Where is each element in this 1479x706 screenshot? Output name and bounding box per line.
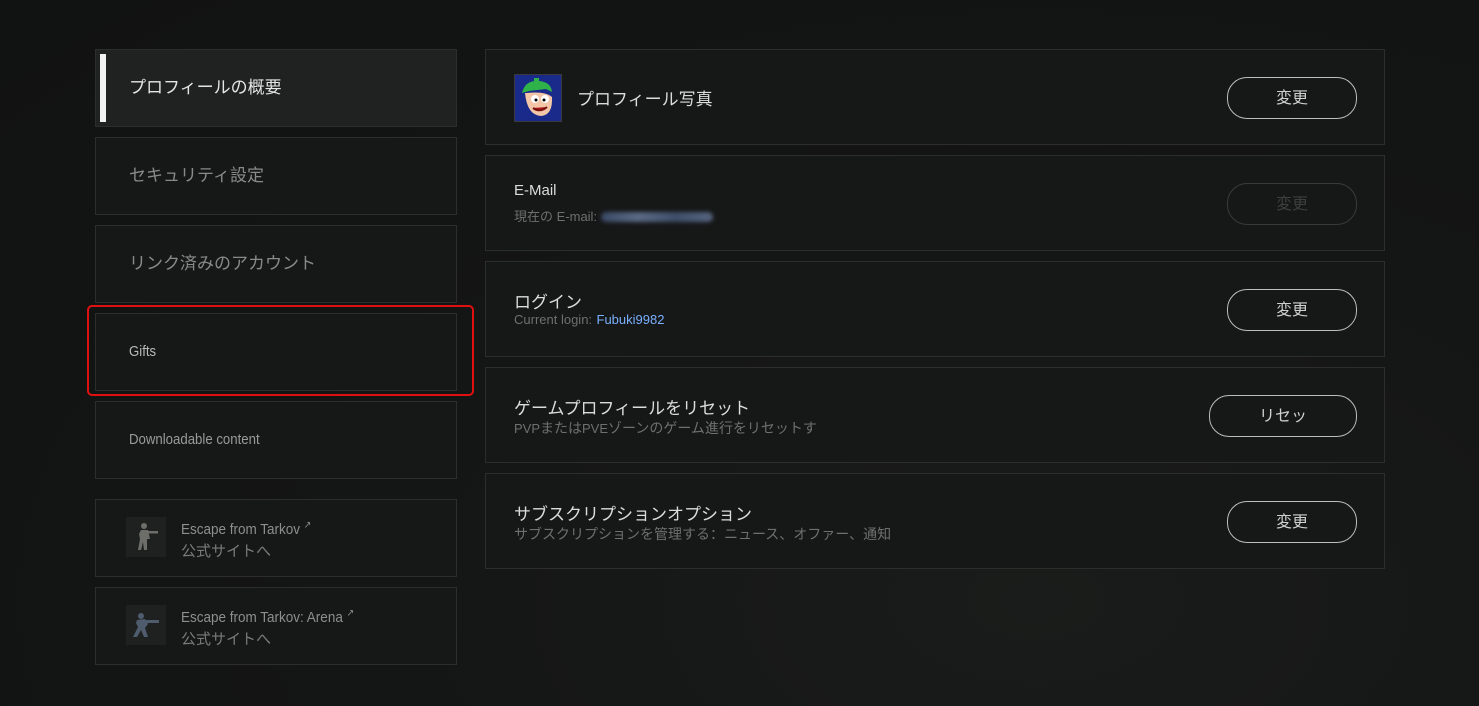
reset-button[interactable]: リセッ (1209, 395, 1357, 437)
subscription-description: サブスクリプションを管理する：ニュース、オファー、通知 (514, 527, 892, 543)
sidebar-item-label: Downloadable content (129, 431, 260, 448)
change-login-button[interactable]: 変更 (1227, 289, 1357, 331)
external-link-icon: ↗ (346, 608, 355, 619)
email-panel: E-Mail 現在の E-mail: 変更 (485, 155, 1385, 251)
login-current: Current login: Fubuki9982 (514, 312, 665, 327)
email-current: 現在の E-mail: (514, 206, 714, 225)
external-link-title: Escape from Tarkov ↗ (181, 520, 312, 538)
profile-photo-title: プロフィール写真 (577, 90, 713, 110)
sidebar-item-label: プロフィールの概要 (129, 78, 282, 98)
avatar (514, 74, 562, 122)
external-link-tarkov[interactable]: Escape from Tarkov ↗ 公式サイトへ (95, 499, 457, 577)
change-photo-button[interactable]: 変更 (1227, 77, 1357, 119)
external-link-title: Escape from Tarkov: Arena ↗ (181, 608, 355, 626)
login-name: Fubuki9982 (596, 312, 665, 327)
external-link-subtitle: 公式サイトへ (181, 630, 272, 648)
sidebar-item-label: セキュリティ設定 (129, 166, 264, 186)
sidebar-item-gifts[interactable]: Gifts (95, 313, 457, 391)
login-title: ログイン (514, 293, 582, 313)
external-link-subtitle: 公式サイトへ (181, 542, 272, 560)
reset-profile-description: PVPまたはPVEゾーンのゲーム進行をリセットす (514, 421, 817, 437)
reset-profile-panel: ゲームプロフィールをリセット PVPまたはPVEゾーンのゲーム進行をリセットす … (485, 367, 1385, 463)
soldier-aiming-icon (126, 605, 166, 645)
sidebar-item-label: リンク済みのアカウント (129, 254, 316, 274)
blurred-email (601, 212, 714, 222)
subscription-panel: サブスクリプションオプション サブスクリプションを管理する：ニュース、オファー、… (485, 473, 1385, 569)
profile-photo-panel: プロフィール写真 変更 (485, 49, 1385, 145)
change-subscription-button[interactable]: 変更 (1227, 501, 1357, 543)
subscription-title: サブスクリプションオプション (514, 505, 752, 525)
active-indicator (100, 54, 106, 122)
sidebar-item-profile-overview[interactable]: プロフィールの概要 (95, 49, 457, 127)
sidebar-item-dlc[interactable]: Downloadable content (95, 401, 457, 479)
soldier-icon (126, 517, 166, 557)
reset-profile-title: ゲームプロフィールをリセット (514, 399, 751, 419)
sidebar-item-label: Gifts (129, 343, 157, 360)
sidebar-item-linked-accounts[interactable]: リンク済みのアカウント (95, 225, 457, 303)
external-link-tarkov-arena[interactable]: Escape from Tarkov: Arena ↗ 公式サイトへ (95, 587, 457, 665)
change-email-button[interactable]: 変更 (1227, 183, 1357, 225)
sidebar-item-security[interactable]: セキュリティ設定 (95, 137, 457, 215)
login-panel: ログイン Current login: Fubuki9982 変更 (485, 261, 1385, 357)
external-link-icon: ↗ (303, 520, 312, 531)
email-title: E-Mail (514, 182, 557, 199)
